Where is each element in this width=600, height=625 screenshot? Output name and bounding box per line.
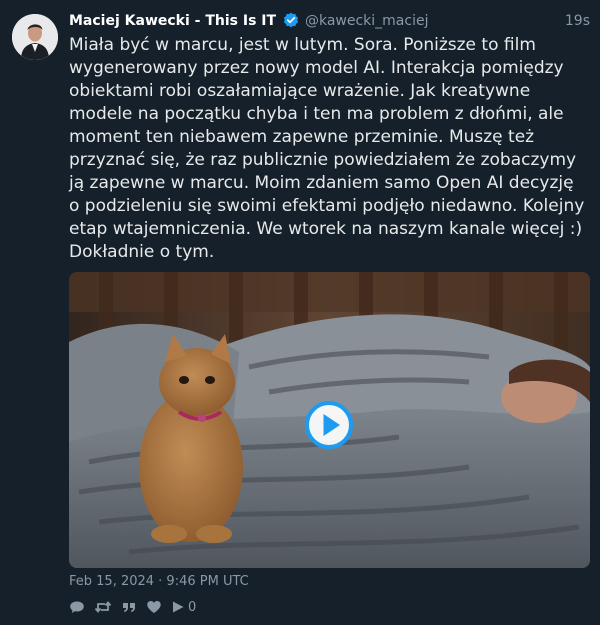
tweet-timestamp[interactable]: Feb 15, 2024 · 9:46 PM UTC — [69, 572, 249, 592]
views-count: 0 — [188, 599, 197, 615]
tweet-text: Miała być w marcu, jest w lutym. Sora. P… — [69, 35, 590, 262]
verified-badge-icon — [283, 12, 299, 34]
reply-icon[interactable] — [69, 599, 85, 615]
author-handle[interactable]: @kawecki_maciej — [305, 13, 429, 29]
tweet-age[interactable]: 19s — [565, 11, 590, 31]
play-icon[interactable] — [303, 399, 355, 451]
tweet: Maciej Kawecki - This Is IT @kawecki_mac… — [0, 0, 600, 625]
author-name[interactable]: Maciej Kawecki - This Is IT — [69, 13, 276, 29]
tweet-actions: 0 — [69, 597, 196, 617]
like-icon[interactable] — [146, 599, 162, 615]
avatar[interactable] — [12, 14, 58, 60]
tweet-header: Maciej Kawecki - This Is IT @kawecki_mac… — [69, 11, 590, 31]
retweet-icon[interactable] — [94, 599, 112, 615]
quote-icon[interactable] — [121, 599, 137, 615]
video-thumbnail[interactable] — [69, 272, 590, 568]
views-button[interactable]: 0 — [171, 599, 196, 615]
views-icon — [171, 599, 185, 615]
